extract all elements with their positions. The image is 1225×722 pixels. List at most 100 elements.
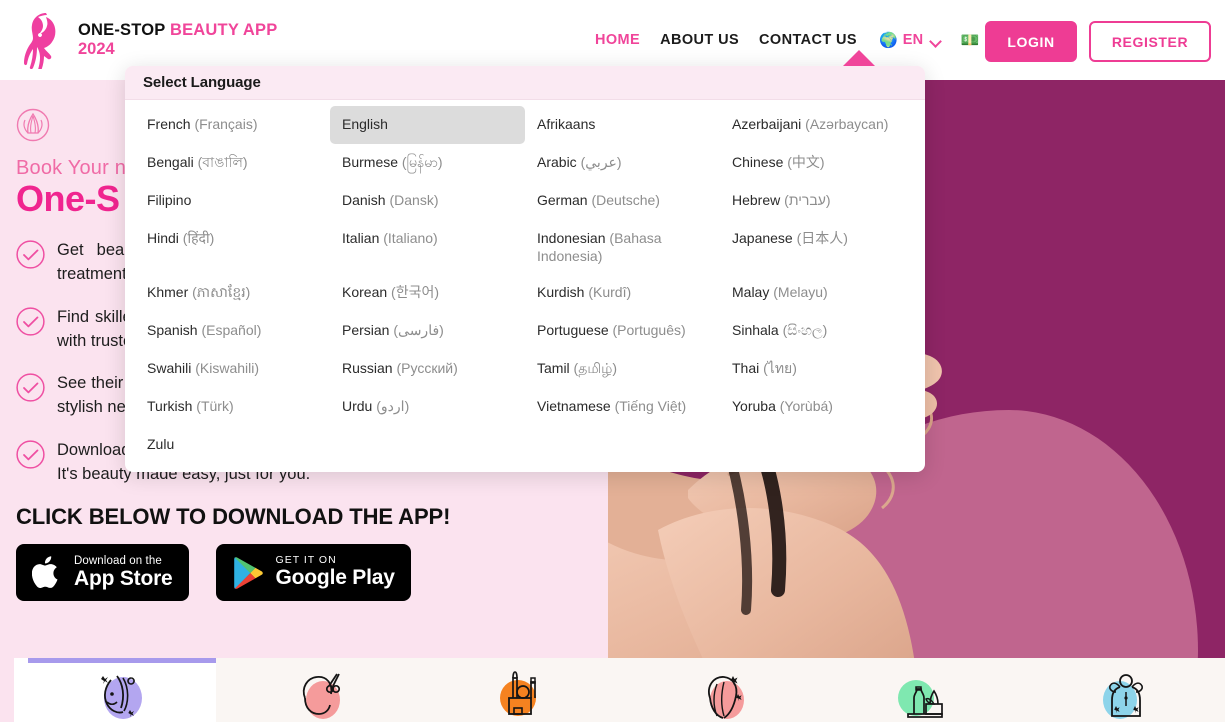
language-option-name: Arabic [537, 154, 577, 170]
language-option-name: Persian [342, 322, 390, 339]
language-option-native: (Deutsche) [587, 192, 660, 208]
app-store-badges: Download on the App Store GET IT ON Goog… [16, 544, 616, 601]
language-option-indonesian[interactable]: Indonesian (Bahasa Indonesia) [525, 220, 720, 274]
language-option-name: Portuguese [537, 322, 609, 339]
login-button[interactable]: LOGIN [985, 21, 1077, 62]
language-option-chinese[interactable]: Chinese (中文) [720, 144, 915, 182]
language-option-name: Swahili [147, 360, 192, 377]
language-option-thai[interactable]: Thai (ไทย) [720, 350, 915, 388]
language-option-name: Danish [342, 192, 386, 208]
language-option-native: (中文) [783, 154, 825, 170]
language-option-italian[interactable]: Italian (Italiano) [330, 220, 525, 274]
language-option-german[interactable]: German (Deutsche) [525, 182, 720, 220]
language-option-hebrew[interactable]: Hebrew (עברית) [720, 182, 915, 220]
language-option-grid: French (Français) English Afrikaans Azerbai… [125, 100, 925, 464]
language-option-kurdish[interactable]: Kurdish (Kurdî) [525, 274, 720, 312]
language-option-native: (ไทย) [759, 360, 797, 377]
language-option-native: (Español) [197, 322, 262, 339]
app-store-big-label: App Store [74, 567, 173, 590]
language-dropdown-header: Select Language [125, 66, 925, 100]
check-circle-icon [16, 240, 45, 269]
language-option-japanese[interactable]: Japanese (日本人) [720, 220, 915, 274]
language-option-urdu[interactable]: Urdu (اردو) [330, 388, 525, 426]
language-option-zulu[interactable]: Zulu [135, 426, 330, 464]
language-option-azerbaijani[interactable]: Azerbaijani (Azərbaycan) [720, 106, 915, 144]
language-option-name: Korean [342, 284, 388, 301]
language-option-name: Sinhala [732, 322, 779, 339]
language-option-english[interactable]: English [330, 106, 525, 144]
app-store-button[interactable]: Download on the App Store [16, 544, 189, 601]
language-option-hindi[interactable]: Hindi (हिंदी) [135, 220, 330, 274]
haircut-scissors-icon [302, 673, 340, 719]
language-option-bengali[interactable]: Bengali (বাঙালি) [135, 144, 330, 182]
language-option-french[interactable]: French (Français) [135, 106, 330, 144]
makeup-brushes-icon [499, 671, 536, 716]
chevron-down-icon [931, 37, 942, 44]
language-option-afrikaans[interactable]: Afrikaans [525, 106, 720, 144]
language-option-native: (Italiano) [379, 230, 438, 246]
auth-buttons: LOGIN REGISTER [985, 21, 1211, 62]
language-option-name: Zulu [147, 436, 175, 453]
language-option-spanish[interactable]: Spanish (Español) [135, 312, 330, 350]
service-card-hair-styling[interactable] [619, 658, 822, 722]
banknote-icon: 💵 [960, 31, 980, 49]
language-option-arabic[interactable]: Arabic (عربي) [525, 144, 720, 182]
language-option-native: (Русский) [392, 360, 458, 377]
service-card-face-beauty[interactable] [14, 658, 216, 722]
language-option-filipino[interactable]: Filipino [135, 182, 330, 220]
nav-link-home[interactable]: HOME [585, 32, 650, 48]
service-card-spa-products[interactable] [821, 658, 1024, 722]
check-circle-icon [16, 439, 45, 469]
language-option-korean[interactable]: Korean (한국어) [330, 274, 525, 312]
service-card-haircut[interactable] [215, 658, 418, 722]
language-option-khmer[interactable]: Khmer (ភាសាខ្មែរ) [135, 274, 330, 312]
service-card-makeup[interactable] [417, 658, 620, 722]
check-circle-icon [16, 373, 45, 402]
language-option-native: (Dansk) [385, 192, 439, 208]
language-option-native: (日本人) [792, 230, 848, 246]
language-option-malay[interactable]: Malay (Melayu) [720, 274, 915, 312]
nav-link-contact-us[interactable]: CONTACT US [749, 32, 867, 48]
language-option-portuguese[interactable]: Portuguese (Português) [525, 312, 720, 350]
language-option-vietnamese[interactable]: Vietnamese (Tiếng Việt) [525, 388, 720, 426]
language-option-native: (עברית) [780, 192, 831, 208]
language-option-sinhala[interactable]: Sinhala (සිංහල) [720, 312, 915, 350]
register-button[interactable]: REGISTER [1089, 21, 1211, 62]
language-option-tamil[interactable]: Tamil (தமிழ்) [525, 350, 720, 388]
app-store-small-label: Download on the [74, 554, 162, 567]
language-option-native: (Azərbaycan) [801, 116, 889, 132]
language-option-native: (हिंदी) [178, 230, 215, 246]
language-option-name: Chinese [732, 154, 784, 170]
language-option-native: (Français) [190, 116, 258, 132]
language-dropdown-panel: Select Language French (Français) English… [125, 66, 925, 472]
language-option-swahili[interactable]: Swahili (Kiswahili) [135, 350, 330, 388]
google-play-small-label: GET IT ON [275, 554, 337, 567]
language-selector[interactable]: 🌍 EN [867, 32, 948, 48]
brand-text: ONE-STOP BEAUTY APP 2024 [78, 21, 277, 59]
language-option-native: (اردو) [372, 398, 410, 415]
language-option-native: (Yorùbá) [775, 398, 833, 415]
language-option-name: Russian [342, 360, 393, 377]
language-option-native: (မြန်မာ) [398, 154, 443, 170]
language-option-yoruba[interactable]: Yoruba (Yorùbá) [720, 388, 915, 426]
language-option-native: (தமிழ்) [569, 360, 618, 377]
language-option-native: (Melayu) [769, 284, 828, 301]
google-play-button[interactable]: GET IT ON Google Play [215, 544, 411, 601]
language-option-danish[interactable]: Danish (Dansk) [330, 182, 525, 220]
language-option-name: Urdu [342, 398, 373, 415]
language-option-burmese[interactable]: Burmese (မြန်မာ) [330, 144, 525, 182]
language-option-native: (عربي) [576, 154, 622, 170]
language-option-name: Hindi [147, 230, 179, 246]
language-option-native: (한국어) [387, 284, 440, 301]
brand-logo[interactable]: ONE-STOP BEAUTY APP 2024 [16, 11, 277, 69]
apple-icon [32, 556, 58, 589]
nav-link-about-us[interactable]: ABOUT US [650, 32, 749, 48]
language-option-native: (Tiếng Việt) [610, 398, 687, 415]
dropdown-caret-icon [843, 50, 875, 66]
service-card-body-spa[interactable] [1023, 658, 1225, 722]
language-option-persian[interactable]: Persian (فارسی) [330, 312, 525, 350]
globe-icon: 🌍 [879, 31, 898, 49]
language-option-name: Kurdish [537, 284, 585, 301]
language-option-russian[interactable]: Russian (Русский) [330, 350, 525, 388]
language-option-turkish[interactable]: Turkish (Türk) [135, 388, 330, 426]
